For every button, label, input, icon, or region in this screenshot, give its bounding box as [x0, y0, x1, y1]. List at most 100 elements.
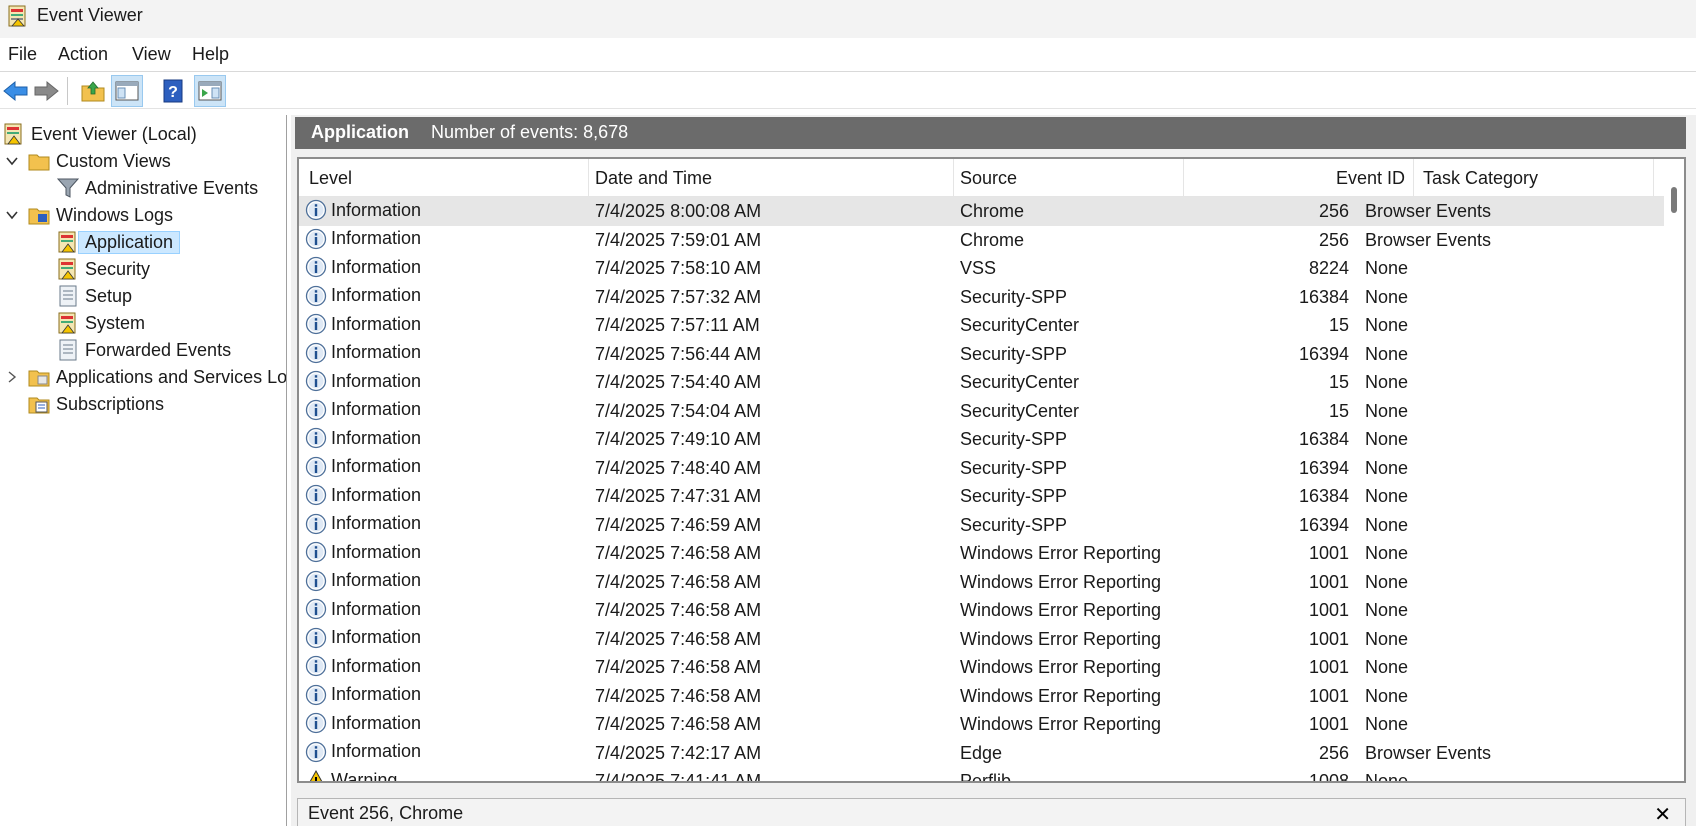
task-category-cell: None: [1365, 429, 1409, 449]
main-pane: Application Number of events: 8,678 Leve…: [291, 115, 1696, 826]
forward-button[interactable]: [30, 75, 62, 107]
event-viewer-icon: [4, 123, 22, 145]
column-source[interactable]: Source: [954, 159, 1184, 197]
table-row[interactable]: Information 7/4/2025 7:46:58 AM Windows Er…: [299, 539, 1666, 568]
column-task-category[interactable]: Task Category: [1414, 159, 1654, 197]
table-row[interactable]: Information 7/4/2025 8:00:08 AM Chrome 256 B…: [299, 197, 1666, 226]
information-icon: [305, 541, 327, 563]
level-text: Information: [331, 570, 422, 590]
table-row[interactable]: Information 7/4/2025 7:47:31 AM Security-S…: [299, 482, 1666, 511]
event-id-cell: 16384: [1298, 486, 1349, 506]
menu-action[interactable]: Action: [58, 44, 108, 65]
tree-node-custom-views[interactable]: Custom Views: [6, 148, 171, 174]
table-row[interactable]: Information 7/4/2025 7:46:59 AM Security-S…: [299, 511, 1666, 540]
information-icon: [305, 285, 327, 306]
table-row[interactable]: Information 7/4/2025 7:57:32 AM Security-S…: [299, 283, 1666, 312]
information-icon: [305, 456, 327, 477]
table-row[interactable]: Information 7/4/2025 7:46:58 AM Windows Er…: [299, 710, 1666, 739]
column-date-and-time[interactable]: Date and Time: [589, 159, 954, 197]
tree-node-application[interactable]: Application: [57, 229, 181, 255]
table-row[interactable]: Information 7/4/2025 7:46:58 AM Windows Er…: [299, 653, 1666, 682]
information-icon: [305, 427, 327, 449]
table-row[interactable]: Warning 7/4/2025 7:41:41 AM Perflib 1008 Non…: [299, 767, 1666, 783]
event-id-cell: 1001: [1308, 657, 1349, 677]
table-row[interactable]: Information 7/4/2025 7:48:40 AM Security-S…: [299, 454, 1666, 483]
tree-node-subscriptions[interactable]: Subscriptions: [28, 391, 164, 417]
close-icon[interactable]: ✕: [1654, 802, 1671, 827]
chevron-down-icon[interactable]: [6, 155, 18, 167]
task-category-cell: None: [1365, 600, 1409, 620]
level-text: Information: [331, 513, 422, 533]
show-hide-action-pane-button[interactable]: [194, 75, 226, 107]
task-category-cell: None: [1365, 486, 1409, 506]
show-hide-console-tree-button[interactable]: [111, 75, 143, 107]
information-icon: [305, 370, 327, 392]
table-row[interactable]: Information 7/4/2025 7:46:58 AM Windows Er…: [299, 625, 1666, 654]
task-category-cell: None: [1365, 714, 1409, 734]
tree-node-security[interactable]: Security: [57, 256, 150, 282]
level-cell: Information: [305, 228, 421, 250]
log-plain-icon: [59, 285, 77, 307]
task-category-cell: None: [1365, 514, 1409, 535]
source-cell: SecurityCenter: [960, 372, 1080, 392]
back-icon: [3, 80, 28, 102]
tree-label: Applications and Services Logs: [56, 366, 287, 387]
table-row[interactable]: Information 7/4/2025 7:59:01 AM Chrome 256 B…: [299, 226, 1666, 255]
tree-node-applications-and-services-logs[interactable]: Applications and Services Logs: [6, 364, 287, 390]
table-row[interactable]: Information 7/4/2025 7:42:17 AM Edge 256 Bro…: [299, 739, 1666, 768]
tree-node-forwarded-events[interactable]: Forwarded Events: [57, 337, 231, 363]
tree-node-windows-logs[interactable]: Windows Logs: [6, 202, 173, 228]
menu-view[interactable]: View: [132, 44, 171, 65]
event-id-cell: 15: [1328, 400, 1349, 421]
level-cell: Information: [305, 513, 421, 535]
event-id-cell: 256: [1318, 742, 1349, 763]
task-category-cell: None: [1365, 457, 1409, 478]
date-time-cell: 7/4/2025 7:56:44 AM: [595, 343, 762, 364]
table-row[interactable]: Information 7/4/2025 7:54:40 AM SecurityCe…: [299, 368, 1666, 397]
level-cell: Information: [305, 741, 421, 763]
level-cell: Information: [305, 484, 421, 506]
column-event-id[interactable]: Event ID: [1184, 159, 1414, 197]
event-count: Number of events: 8,678: [431, 122, 629, 142]
tree-label: Forwarded Events: [85, 339, 232, 360]
back-button[interactable]: [0, 75, 32, 107]
date-time-cell: 7/4/2025 7:57:11 AM: [595, 315, 760, 335]
table-row[interactable]: Information 7/4/2025 7:56:44 AM Security-S…: [299, 340, 1666, 369]
chevron-down-icon[interactable]: [6, 209, 18, 221]
table-row[interactable]: Information 7/4/2025 7:49:10 AM Security-S…: [299, 425, 1666, 454]
event-id-cell: 256: [1318, 229, 1349, 250]
level-text: Warning: [331, 769, 398, 783]
level-cell: Information: [305, 456, 421, 478]
menu-help[interactable]: Help: [192, 44, 229, 65]
chevron-right-icon[interactable]: [6, 371, 18, 383]
console-tree: Event Viewer (Local) Custom Views Admini…: [0, 115, 287, 826]
tree-label: Subscriptions: [56, 393, 165, 414]
event-id-cell: 1001: [1308, 628, 1349, 649]
task-category-cell: Browser Events: [1365, 229, 1492, 250]
vertical-scrollbar[interactable]: [1664, 159, 1684, 781]
tree-label: Event Viewer (Local): [31, 123, 197, 144]
source-cell: Windows Error Reporting: [960, 628, 1162, 649]
column-level[interactable]: Level: [299, 159, 589, 197]
tree-node-setup[interactable]: Setup: [57, 283, 132, 309]
table-row[interactable]: Information 7/4/2025 7:57:11 AM SecurityCe…: [299, 311, 1666, 340]
table-row[interactable]: Information 7/4/2025 7:46:58 AM Windows Er…: [299, 596, 1666, 625]
table-row[interactable]: Information 7/4/2025 7:46:58 AM Windows Er…: [299, 568, 1666, 597]
tree-node-administrative-events[interactable]: Administrative Events: [57, 175, 258, 201]
event-viewer-icon: [8, 5, 26, 27]
filter-icon: [57, 178, 79, 198]
up-folder-button[interactable]: [77, 75, 109, 107]
table-row[interactable]: Information 7/4/2025 7:58:10 AM VSS 8224 Non…: [299, 254, 1666, 283]
date-time-cell: 7/4/2025 7:46:58 AM: [595, 714, 762, 734]
tree-node-event-viewer-local[interactable]: Event Viewer (Local): [3, 121, 197, 147]
level-text: Information: [331, 684, 422, 704]
level-cell: Warning: [305, 769, 398, 783]
event-detail-bar: Event 256, Chrome ✕: [297, 798, 1686, 826]
task-category-cell: None: [1365, 343, 1409, 364]
table-row[interactable]: Information 7/4/2025 7:54:04 AM SecurityCe…: [299, 397, 1666, 426]
tree-node-system[interactable]: System: [57, 310, 145, 336]
table-row[interactable]: Information 7/4/2025 7:46:58 AM Windows Er…: [299, 682, 1666, 711]
menu-file[interactable]: File: [8, 44, 37, 65]
scrollbar-thumb[interactable]: [1671, 187, 1677, 213]
help-button[interactable]: ?: [157, 75, 189, 107]
